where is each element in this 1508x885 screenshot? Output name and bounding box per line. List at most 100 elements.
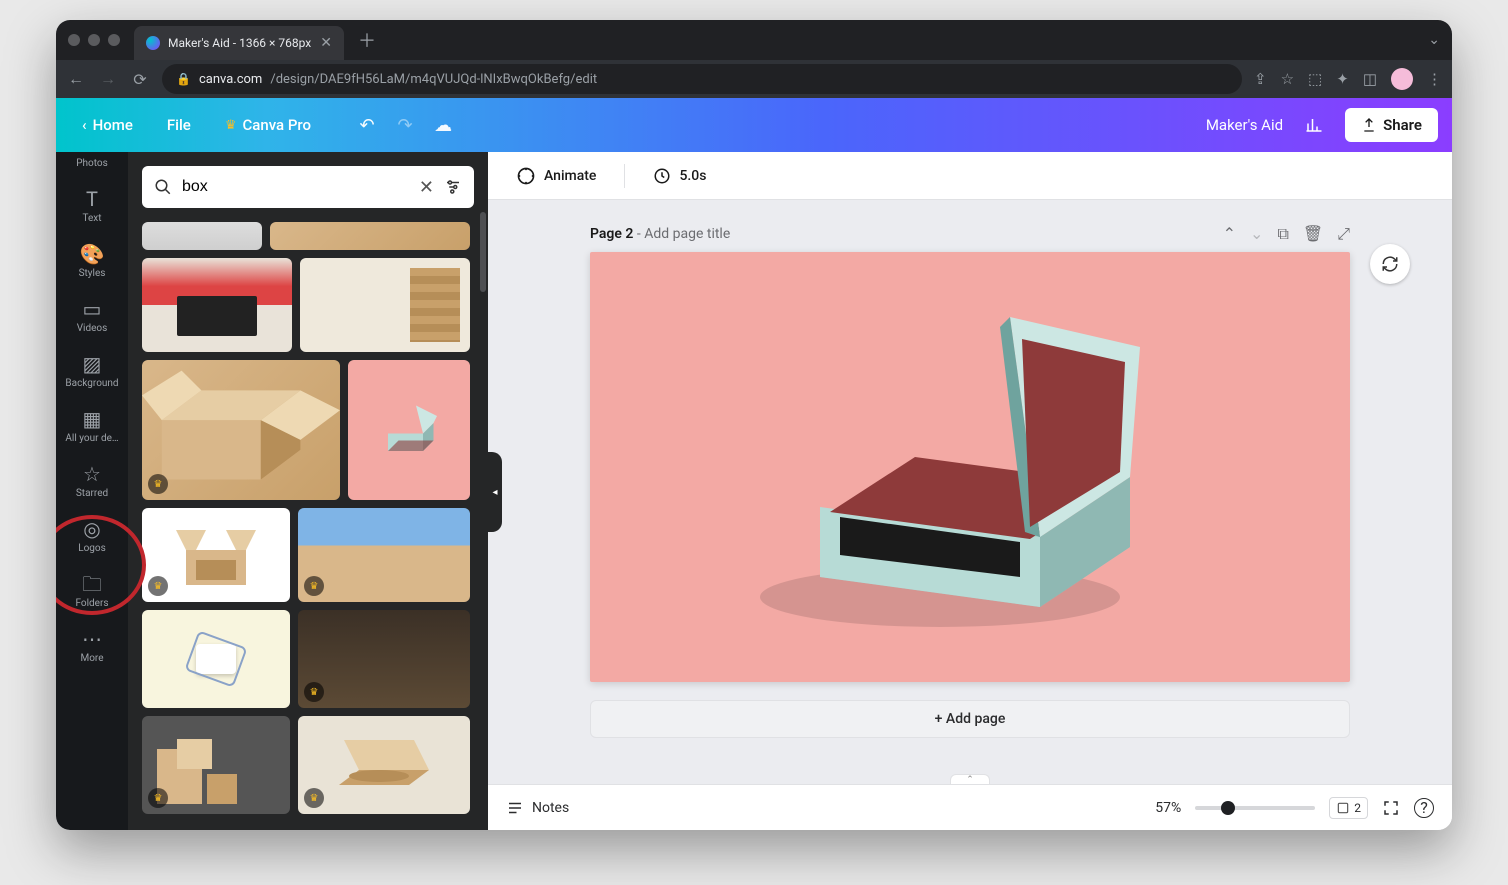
browser-tab[interactable]: Maker's Aid - 1366 × 768px ✕ bbox=[134, 26, 344, 60]
help-icon[interactable]: ? bbox=[1414, 798, 1434, 818]
home-button[interactable]: ‹Home bbox=[70, 110, 145, 140]
kebab-menu-icon[interactable]: ⋮ bbox=[1427, 70, 1442, 88]
add-page-button[interactable]: + Add page bbox=[590, 700, 1350, 738]
selected-box-image[interactable] bbox=[710, 277, 1230, 657]
result-thumb[interactable] bbox=[142, 610, 290, 708]
page-down-icon[interactable]: ⌄ bbox=[1250, 224, 1263, 244]
rail-item-folders[interactable]: 🗀Folders bbox=[56, 564, 128, 619]
styles-icon: 🎨 bbox=[80, 244, 105, 264]
page-up-icon[interactable]: ⌃ bbox=[1223, 224, 1236, 244]
result-thumb[interactable] bbox=[300, 258, 470, 352]
result-thumb[interactable]: ♛ bbox=[298, 716, 470, 814]
rail-item-styles[interactable]: 🎨 Styles bbox=[56, 234, 128, 289]
share-url-icon[interactable]: ⇪ bbox=[1254, 70, 1267, 88]
pages-icon bbox=[1336, 801, 1350, 815]
result-thumb[interactable] bbox=[142, 222, 262, 250]
url-path: /design/DAE9fH56LaM/m4qVUJQd-lNIxBwqOkBe… bbox=[270, 72, 597, 87]
search-filters-icon[interactable] bbox=[444, 178, 462, 196]
result-thumb[interactable]: ♛ bbox=[298, 508, 470, 602]
tabs-menu-icon[interactable]: ⌄ bbox=[1428, 32, 1440, 48]
search-box[interactable]: ✕ bbox=[142, 166, 474, 208]
traffic-lights bbox=[68, 34, 120, 46]
result-thumb[interactable] bbox=[270, 222, 470, 250]
traffic-minimize[interactable] bbox=[88, 34, 100, 46]
extensions-menu-icon[interactable]: ✦ bbox=[1336, 70, 1349, 88]
crown-icon: ♛ bbox=[225, 118, 237, 133]
back-icon[interactable]: ← bbox=[66, 69, 86, 89]
new-tab-button[interactable]: ＋ bbox=[358, 27, 376, 53]
timing-label: 5.0s bbox=[679, 168, 706, 184]
undo-icon[interactable]: ↶ bbox=[353, 115, 381, 136]
page-title-placeholder[interactable]: Add page title bbox=[644, 226, 730, 242]
notes-button[interactable]: Notes bbox=[506, 799, 569, 817]
result-thumb[interactable]: ♛ bbox=[298, 610, 470, 708]
regenerate-button[interactable] bbox=[1370, 244, 1410, 284]
timing-button[interactable]: 5.0s bbox=[643, 161, 716, 191]
zoom-knob[interactable] bbox=[1221, 801, 1235, 815]
extension-icon[interactable]: ⬚ bbox=[1308, 70, 1322, 88]
address-bar[interactable]: 🔒 canva.com/design/DAE9fH56LaM/m4qVUJQd-… bbox=[162, 64, 1242, 94]
panel-scrollbar[interactable] bbox=[480, 212, 486, 292]
rail-item-starred[interactable]: ☆Starred bbox=[56, 454, 128, 509]
reload-icon[interactable]: ⟳ bbox=[130, 70, 150, 89]
rail-label: Styles bbox=[79, 268, 106, 279]
favicon-icon bbox=[146, 36, 160, 50]
duplicate-page-icon[interactable]: ⧉ bbox=[1277, 224, 1288, 244]
bookmark-icon[interactable]: ☆ bbox=[1281, 70, 1294, 88]
traffic-close[interactable] bbox=[68, 34, 80, 46]
design-page[interactable] bbox=[590, 252, 1350, 682]
redo-icon[interactable]: ↷ bbox=[391, 115, 419, 136]
file-menu[interactable]: File bbox=[155, 110, 203, 140]
rail-item-background[interactable]: ▨Background bbox=[56, 344, 128, 399]
rail-item-logos[interactable]: ◎Logos bbox=[56, 509, 128, 564]
result-thumb[interactable] bbox=[142, 258, 292, 352]
animate-label: Animate bbox=[544, 168, 596, 184]
insights-icon[interactable] bbox=[1305, 116, 1323, 134]
panel-collapse-toggle[interactable]: ◂ bbox=[488, 452, 502, 532]
canvas-toolbar: Animate 5.0s bbox=[488, 152, 1452, 200]
zoom-slider[interactable] bbox=[1195, 806, 1315, 810]
page-sep: - bbox=[633, 226, 644, 242]
share-button[interactable]: Share bbox=[1345, 108, 1438, 142]
profile-avatar[interactable] bbox=[1391, 68, 1413, 90]
chrome-tabstrip: Maker's Aid - 1366 × 768px ✕ ＋ ⌄ bbox=[56, 20, 1452, 60]
rail-item-allyourde[interactable]: ▦All your de… bbox=[56, 399, 128, 454]
more-icon: ⋯ bbox=[82, 629, 102, 649]
page-indicator[interactable]: 2 bbox=[1329, 797, 1368, 819]
close-tab-icon[interactable]: ✕ bbox=[320, 35, 332, 51]
rail-label: Photos bbox=[76, 158, 108, 169]
cloud-sync-icon[interactable]: ☁︎ bbox=[429, 115, 457, 136]
result-thumb[interactable] bbox=[348, 360, 470, 500]
forward-icon[interactable]: → bbox=[98, 69, 118, 89]
canvas-scroll[interactable]: Page 2 - Add page title ⌃ ⌄ ⧉ 🗑 ⤢ bbox=[488, 200, 1452, 784]
logos-icon: ◎ bbox=[83, 519, 100, 539]
rail-label: Text bbox=[82, 213, 101, 224]
url-domain: canva.com bbox=[199, 72, 262, 87]
doc-title[interactable]: Maker's Aid bbox=[1206, 116, 1283, 134]
rail-item-text[interactable]: TText bbox=[56, 179, 128, 234]
delete-page-icon[interactable]: 🗑 bbox=[1303, 224, 1323, 244]
clear-search-icon[interactable]: ✕ bbox=[419, 177, 434, 198]
add-page-icon[interactable]: ⤢ bbox=[1337, 224, 1350, 244]
search-results[interactable]: ♛ ♛ ♛ bbox=[128, 222, 488, 830]
animate-button[interactable]: Animate bbox=[506, 160, 606, 192]
videos-icon: ▭ bbox=[83, 299, 102, 319]
result-thumb[interactable]: ♛ bbox=[142, 716, 290, 814]
rail-item-photos[interactable]: 🖼Photos bbox=[56, 156, 128, 179]
rail-label: Folders bbox=[75, 598, 108, 609]
rail-item-more[interactable]: ⋯More bbox=[56, 619, 128, 674]
rail-item-videos[interactable]: ▭Videos bbox=[56, 289, 128, 344]
premium-badge-icon: ♛ bbox=[148, 576, 168, 596]
fullscreen-icon[interactable] bbox=[1382, 799, 1400, 817]
notes-icon bbox=[506, 799, 524, 817]
upload-icon bbox=[1361, 117, 1377, 133]
result-thumb[interactable]: ♛ bbox=[142, 508, 290, 602]
search-input[interactable] bbox=[180, 177, 419, 197]
canva-pro-button[interactable]: ♛Canva Pro bbox=[213, 110, 323, 140]
zoom-text[interactable]: 57% bbox=[1155, 800, 1181, 816]
traffic-zoom[interactable] bbox=[108, 34, 120, 46]
side-panel-icon[interactable]: ◫ bbox=[1363, 70, 1377, 88]
page-rail-handle[interactable]: ⌃ bbox=[950, 774, 990, 784]
allyourde-icon: ▦ bbox=[83, 409, 102, 429]
result-thumb[interactable]: ♛ bbox=[142, 360, 340, 500]
